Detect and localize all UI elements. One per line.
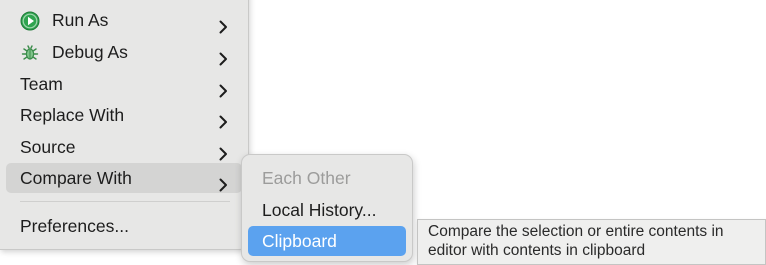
menu-item-label: Debug As [52,42,128,62]
compare-with-submenu: Each Other Local History... Clipboard [241,154,413,262]
bug-icon [20,42,40,62]
menu-item-replace-with[interactable]: Replace With [6,100,242,130]
menu-item-debug-as[interactable]: Debug As [6,37,242,67]
menu-item-team[interactable]: Team [6,69,242,99]
chevron-right-icon [219,45,228,66]
menu-separator [20,201,230,202]
tooltip-line-2: editor with contents in clipboard [428,242,646,259]
menu-item-run-as[interactable]: Run As [6,5,242,35]
menu-item-label: Run As [52,10,109,30]
submenu-item-label: Clipboard [262,231,337,251]
menu-item-source[interactable]: Source [6,132,242,162]
tooltip-line-1: Compare the selection or entire contents… [428,223,724,240]
menu-item-label: Team [20,74,63,94]
submenu-item-local-history[interactable]: Local History... [248,195,406,225]
submenu-item-label: Local History... [262,200,377,220]
chevron-right-icon [219,108,228,129]
chevron-right-icon [219,13,228,34]
submenu-item-each-other: Each Other [248,163,406,193]
menu-item-label: Replace With [20,105,125,125]
submenu-item-clipboard[interactable]: Clipboard [248,226,406,256]
context-menu: Run As Debug As Team Replace With Source… [0,0,249,250]
menu-item-label: Source [20,137,76,157]
menu-item-label: Preferences... [20,216,129,236]
menu-item-compare-with[interactable]: Compare With [6,163,242,193]
chevron-right-icon [219,140,228,161]
submenu-item-label: Each Other [262,168,351,188]
chevron-right-icon [219,171,228,192]
run-icon [20,10,40,31]
menu-item-preferences[interactable]: Preferences... [6,211,242,241]
screen: Run As Debug As Team Replace With Source… [0,0,766,265]
chevron-right-icon [219,77,228,98]
clipboard-tooltip: Compare the selection or entire contents… [417,219,766,265]
menu-item-label: Compare With [20,168,132,188]
